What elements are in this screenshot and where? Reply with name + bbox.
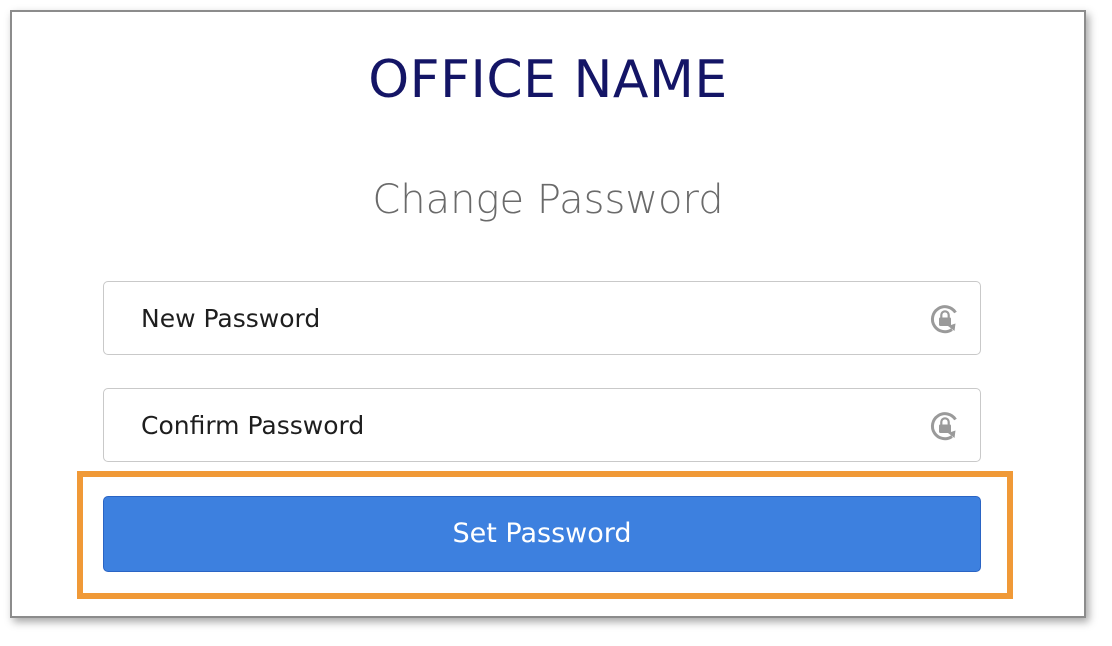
- new-password-input[interactable]: [104, 282, 980, 354]
- confirm-password-input[interactable]: [104, 389, 980, 461]
- confirm-password-field[interactable]: [103, 388, 981, 462]
- set-password-button[interactable]: Set Password: [103, 496, 981, 572]
- lock-reset-icon[interactable]: [928, 302, 962, 336]
- new-password-field[interactable]: [103, 281, 981, 355]
- change-password-card: OFFICE NAME Change Password Set Password: [10, 10, 1086, 618]
- office-name-title: OFFICE NAME: [368, 50, 728, 110]
- page-title: Change Password: [372, 177, 724, 223]
- lock-reset-icon[interactable]: [928, 409, 962, 443]
